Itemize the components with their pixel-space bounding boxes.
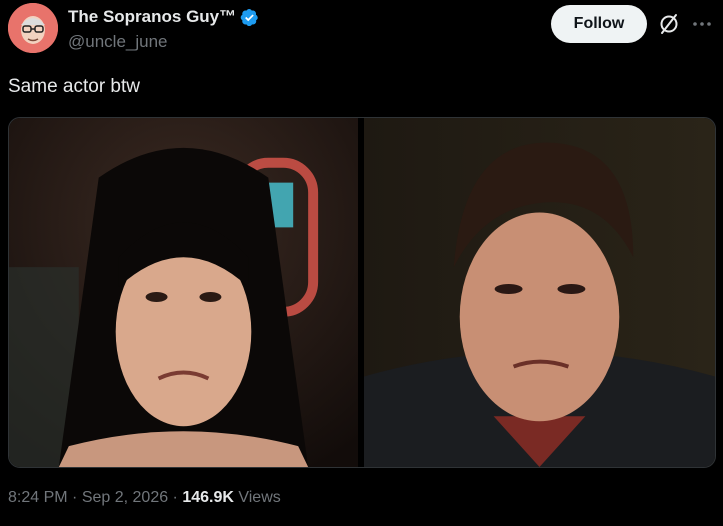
user-handle[interactable]: @uncle_june <box>68 32 168 52</box>
more-icon[interactable] <box>688 12 716 36</box>
follow-button[interactable]: Follow <box>551 5 647 43</box>
man-photo-image <box>364 118 715 467</box>
tweet-text: Same actor btw <box>8 76 140 97</box>
meta-separator: · <box>168 489 183 506</box>
tweet-header: The Sopranos Guy™ @uncle_june Follow <box>0 0 723 60</box>
photo-woman-pouting[interactable] <box>9 118 358 467</box>
views-count: 146.9K <box>182 489 234 506</box>
woman-photo-image <box>9 118 358 467</box>
tweet-time[interactable]: 8:24 PM <box>8 489 68 506</box>
name-row: The Sopranos Guy™ <box>68 7 259 27</box>
tweet-date[interactable]: Sep 2, 2026 <box>82 489 168 506</box>
media-grid <box>8 117 716 468</box>
photo-man-pouting[interactable] <box>364 118 715 467</box>
avatar[interactable] <box>8 3 58 53</box>
views-label: Views <box>233 489 281 506</box>
meta-separator: · <box>67 489 82 506</box>
tweet-meta: 8:24 PM · Sep 2, 2026 · 146.9K Views <box>8 489 281 507</box>
display-name[interactable]: The Sopranos Guy™ <box>68 7 236 27</box>
verified-badge-icon <box>240 8 258 26</box>
grok-icon[interactable] <box>657 12 681 36</box>
avatar-image <box>8 3 58 53</box>
